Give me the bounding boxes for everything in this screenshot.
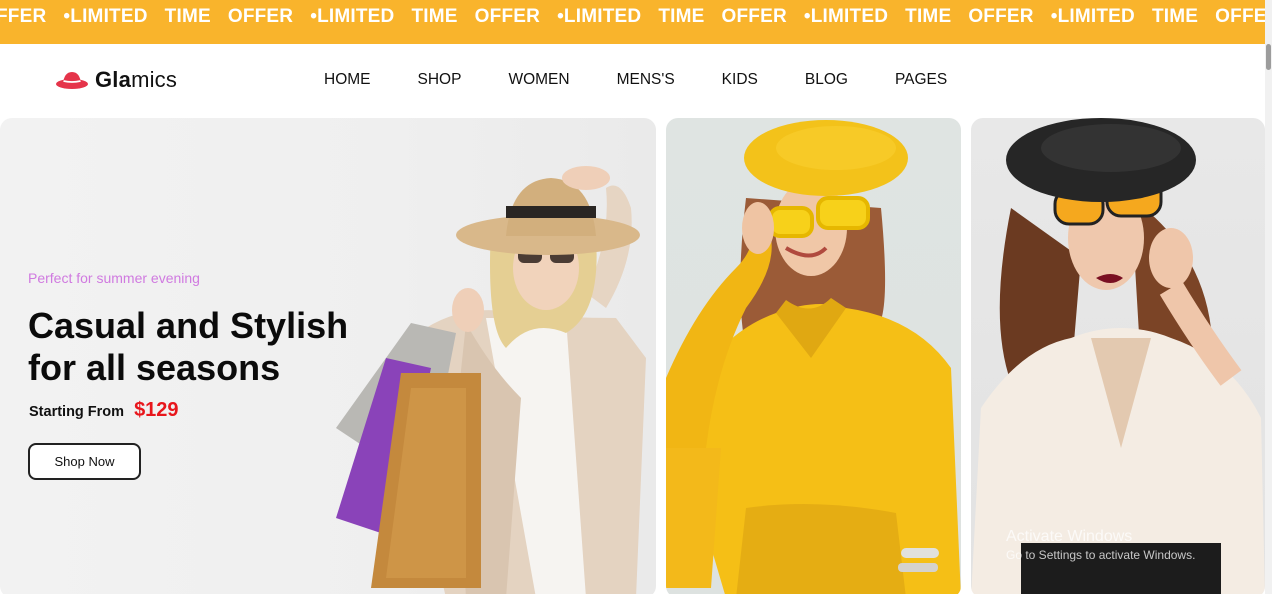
beret-outfit-image: [971, 118, 1265, 594]
activate-windows-watermark: Activate Windows Go to Settings to activ…: [1006, 528, 1195, 562]
logo[interactable]: Glamics: [55, 67, 177, 93]
yellow-outfit-image: [666, 118, 961, 594]
offer-item: OFFER: [968, 6, 1034, 27]
offer-track: FFER •LIMITED TIME OFFER •LIMITED TIME OFFER •L…: [0, 6, 1272, 28]
nav-mens[interactable]: MENS'S: [617, 71, 675, 89]
nav-home[interactable]: HOME: [324, 71, 371, 89]
beret-model-image: [971, 118, 1265, 594]
offer-item: TIME: [658, 6, 705, 27]
offer-marquee: FFER •LIMITED TIME OFFER •LIMITED TIME OFFER •L…: [0, 0, 1272, 44]
logo-text-rest: mics: [131, 67, 178, 92]
watermark-subtitle: Go to Settings to activate Windows.: [1006, 548, 1196, 562]
price-value: $129: [134, 399, 179, 421]
offer-item: TIME: [411, 6, 458, 27]
offer-item: FFER: [0, 6, 47, 27]
offer-item: TIME: [164, 6, 211, 27]
offer-item: •LIMITED: [310, 6, 395, 27]
main-nav: HOME SHOP WOMEN MENS'S KIDS BLOG PAGES: [324, 71, 994, 89]
logo-text-bold: Gla: [95, 67, 132, 92]
logo-text: Glamics: [95, 67, 177, 93]
offer-item: TIME: [905, 6, 952, 27]
nav-women[interactable]: WOMEN: [508, 71, 569, 89]
nav-blog[interactable]: BLOG: [805, 71, 848, 89]
nav-pages[interactable]: PAGES: [895, 71, 947, 89]
offer-item: OFFER: [227, 6, 294, 27]
vertical-scrollbar[interactable]: [1265, 0, 1272, 594]
offer-item: OFFER: [721, 6, 787, 27]
price-label: Starting From: [29, 404, 125, 420]
scrollbar-thumb[interactable]: [1266, 44, 1271, 70]
nav-shop[interactable]: SHOP: [418, 71, 462, 89]
yellow-model-image: [666, 120, 961, 594]
offer-item: TIME: [1151, 6, 1199, 27]
shop-now-button[interactable]: Shop Now: [28, 443, 141, 480]
watermark-title: Activate Windows: [1006, 528, 1133, 545]
hero-kicker: Perfect for summer evening: [28, 270, 200, 286]
hero-banner: Perfect for summer evening Casual and St…: [0, 118, 656, 594]
offer-item: OFFER: [474, 6, 541, 27]
offer-item: •LIMITED: [63, 6, 148, 27]
hero-model-image: [336, 166, 646, 594]
price-row: Starting From $129: [29, 399, 179, 422]
nav-kids[interactable]: KIDS: [722, 71, 758, 89]
offer-item: OFFER: [1215, 6, 1272, 27]
site-header: Glamics HOME SHOP WOMEN MENS'S KIDS BLOG…: [0, 44, 1265, 118]
hat-icon: [56, 72, 88, 89]
offer-item: •LIMITED: [557, 6, 642, 27]
offer-item: •LIMITED: [1050, 6, 1135, 27]
offer-item: •LIMITED: [803, 6, 889, 27]
